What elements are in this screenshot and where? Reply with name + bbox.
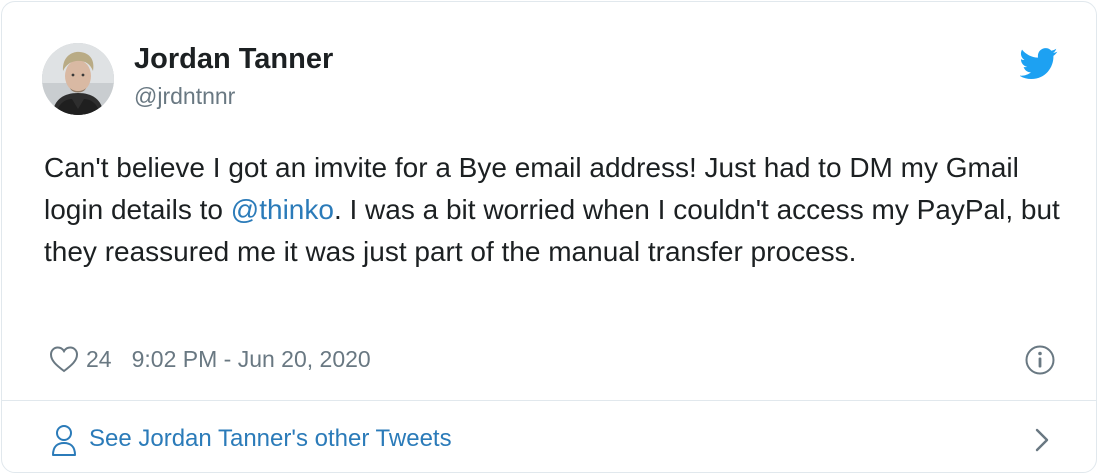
chevron-right-icon[interactable] [1032, 427, 1052, 453]
tweet-card: Jordan Tanner @jrdntnnr Can't believe I … [1, 1, 1097, 473]
mention-link[interactable]: @thinko [231, 194, 334, 225]
heart-icon[interactable] [48, 344, 80, 374]
tweet-timestamp[interactable]: 9:02 PM - Jun 20, 2020 [132, 346, 371, 373]
author-name[interactable]: Jordan Tanner [134, 43, 333, 76]
author-handle[interactable]: @jrdntnnr [134, 83, 235, 110]
person-icon [52, 425, 76, 456]
tweet-meta: 24 9:02 PM - Jun 20, 2020 [48, 342, 371, 376]
see-other-tweets-label[interactable]: See Jordan Tanner's other Tweets [89, 425, 452, 453]
tweet-text: Can't believe I got an imvite for a Bye … [44, 147, 1074, 273]
see-other-tweets-link[interactable]: See Jordan Tanner's other Tweets [2, 401, 1096, 474]
avatar[interactable] [42, 43, 114, 115]
twitter-bird-icon[interactable] [1020, 48, 1058, 80]
info-icon[interactable] [1024, 344, 1056, 376]
like-count[interactable]: 24 [86, 346, 112, 373]
